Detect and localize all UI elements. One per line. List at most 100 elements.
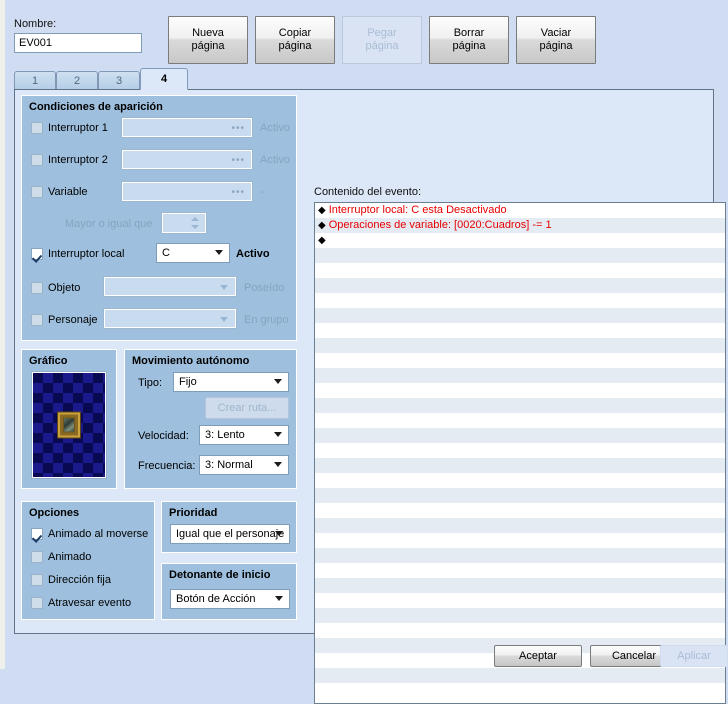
movement-type-combo[interactable]: Fijo [173, 372, 289, 392]
option-animated-label: Animado [48, 551, 92, 563]
event-content-row[interactable] [315, 593, 725, 608]
variable-field: ••• [121, 181, 253, 202]
switch1-field: ••• [121, 117, 253, 138]
tab-page-1[interactable]: 1 [14, 71, 56, 90]
delete-page-button[interactable]: Borrar página [429, 16, 509, 64]
tab-page-2[interactable]: 2 [56, 71, 98, 90]
event-content-row[interactable] [315, 353, 725, 368]
event-content-row[interactable] [315, 443, 725, 458]
window-left-edge [0, 0, 5, 669]
option-animated-move-checkbox[interactable] [31, 528, 43, 540]
event-content-row[interactable] [315, 578, 725, 593]
event-content-row[interactable] [315, 308, 725, 323]
event-content-row[interactable] [315, 683, 725, 698]
copy-page-button[interactable]: Copiar página [255, 16, 335, 64]
event-content-row[interactable] [315, 548, 725, 563]
event-content-row[interactable] [315, 293, 725, 308]
local-switch-combo[interactable]: C [156, 243, 230, 263]
switch1-checkbox[interactable] [31, 122, 43, 134]
delete-page-button-line2: página [452, 40, 486, 52]
event-content-row[interactable] [315, 323, 725, 338]
event-content-row[interactable] [315, 518, 725, 533]
copy-page-button-line2: página [278, 40, 312, 52]
variable-suffix: - [260, 186, 264, 198]
option-fixed-direction-checkbox[interactable] [31, 574, 43, 586]
tab-page-3[interactable]: 3 [98, 71, 140, 90]
actor-combo [103, 308, 237, 329]
appearance-conditions-group: Condiciones de aparición Interruptor 1 •… [21, 95, 297, 341]
event-content-row[interactable] [315, 503, 725, 518]
event-content-row[interactable] [315, 248, 725, 263]
event-content-row[interactable] [315, 563, 725, 578]
event-content-row[interactable] [315, 263, 725, 278]
event-content-row[interactable]: ◆ Interruptor local: C esta Desactivado [315, 203, 725, 218]
actor-suffix: En grupo [244, 314, 289, 326]
event-content-list[interactable]: ◆ Interruptor local: C esta Desactivado ◆ O… [314, 202, 726, 704]
event-content-row[interactable]: ◆ [315, 233, 725, 248]
actor-label: Personaje [48, 314, 98, 326]
item-checkbox[interactable] [31, 282, 43, 294]
graphic-thumbnail[interactable] [31, 371, 107, 479]
greater-equal-label: Mayor o igual que [65, 218, 153, 230]
event-sprite [58, 412, 80, 438]
event-row-text: Operaciones de variable: [0020:Cuadros] … [328, 219, 552, 231]
option-animated-move-label: Animado al moverse [48, 528, 149, 540]
paste-page-button: Pegar página [342, 16, 422, 64]
event-content-row[interactable] [315, 473, 725, 488]
movement-speed-combo[interactable]: 3: Lento [199, 425, 289, 445]
event-content-row[interactable] [315, 608, 725, 623]
movement-type-label: Tipo: [138, 377, 163, 389]
clear-page-button-line1: Vaciar [540, 27, 572, 39]
paste-page-button-line2: página [365, 40, 399, 52]
accept-button[interactable]: Aceptar [494, 645, 582, 667]
clear-page-button[interactable]: Vaciar página [516, 16, 596, 64]
event-content-row[interactable] [315, 368, 725, 383]
event-content-row[interactable] [315, 458, 725, 473]
autonomous-movement-group: Movimiento autónomo Tipo: Fijo Crear rut… [124, 349, 297, 489]
item-chevron-down-icon [220, 285, 228, 290]
event-content-row[interactable]: ◆ Operaciones de variable: [0020:Cuadros]… [315, 218, 725, 233]
event-content-row[interactable] [315, 278, 725, 293]
local-switch-checkbox[interactable] [31, 248, 43, 260]
name-label: Nombre: [14, 18, 57, 30]
new-page-button-line2: página [191, 40, 225, 52]
trigger-combo[interactable]: Botón de Acción [170, 589, 290, 609]
event-content-row[interactable] [315, 428, 725, 443]
delete-page-button-line1: Borrar [453, 27, 485, 39]
actor-checkbox[interactable] [31, 314, 43, 326]
event-content-row[interactable] [315, 398, 725, 413]
variable-ellipsis-icon: ••• [231, 187, 245, 198]
event-name-input[interactable]: EV001 [14, 33, 142, 53]
switch2-field: ••• [121, 149, 253, 170]
new-page-button[interactable]: Nueva página [168, 16, 248, 64]
event-content-label: Contenido del evento: [314, 186, 422, 198]
movement-frequency-combo[interactable]: 3: Normal [199, 455, 289, 475]
copy-page-button-line1: Copiar [278, 27, 312, 39]
options-group: Opciones Animado al moverse Animado Dire… [21, 501, 155, 620]
item-combo [103, 276, 237, 297]
event-content-row[interactable] [315, 413, 725, 428]
movement-frequency-label: Frecuencia: [138, 460, 196, 472]
movement-speed-label: Velocidad: [138, 430, 189, 442]
priority-title: Prioridad [169, 507, 218, 519]
variable-checkbox[interactable] [31, 186, 43, 198]
switch2-suffix: Activo [260, 154, 290, 166]
event-content-row[interactable] [315, 338, 725, 353]
event-content-row[interactable] [315, 668, 725, 683]
option-animated-checkbox[interactable] [31, 551, 43, 563]
event-content-row[interactable] [315, 383, 725, 398]
event-content-row[interactable] [315, 623, 725, 638]
event-content-row[interactable] [315, 488, 725, 503]
page-tab-strip: 1 2 3 4 [14, 68, 714, 90]
spinner-up-icon [191, 217, 199, 221]
event-row-text: Interruptor local: C esta Desactivado [328, 204, 507, 216]
item-label: Objeto [48, 282, 81, 294]
create-route-button: Crear ruta... [205, 397, 289, 419]
switch2-checkbox[interactable] [31, 154, 43, 166]
spinner-down-icon [191, 225, 199, 229]
event-content-row[interactable] [315, 533, 725, 548]
option-through-checkbox[interactable] [31, 597, 43, 609]
priority-combo[interactable]: Igual que el personaje [170, 524, 290, 544]
greater-equal-spinner [161, 212, 207, 234]
tab-page-4[interactable]: 4 [140, 68, 188, 90]
